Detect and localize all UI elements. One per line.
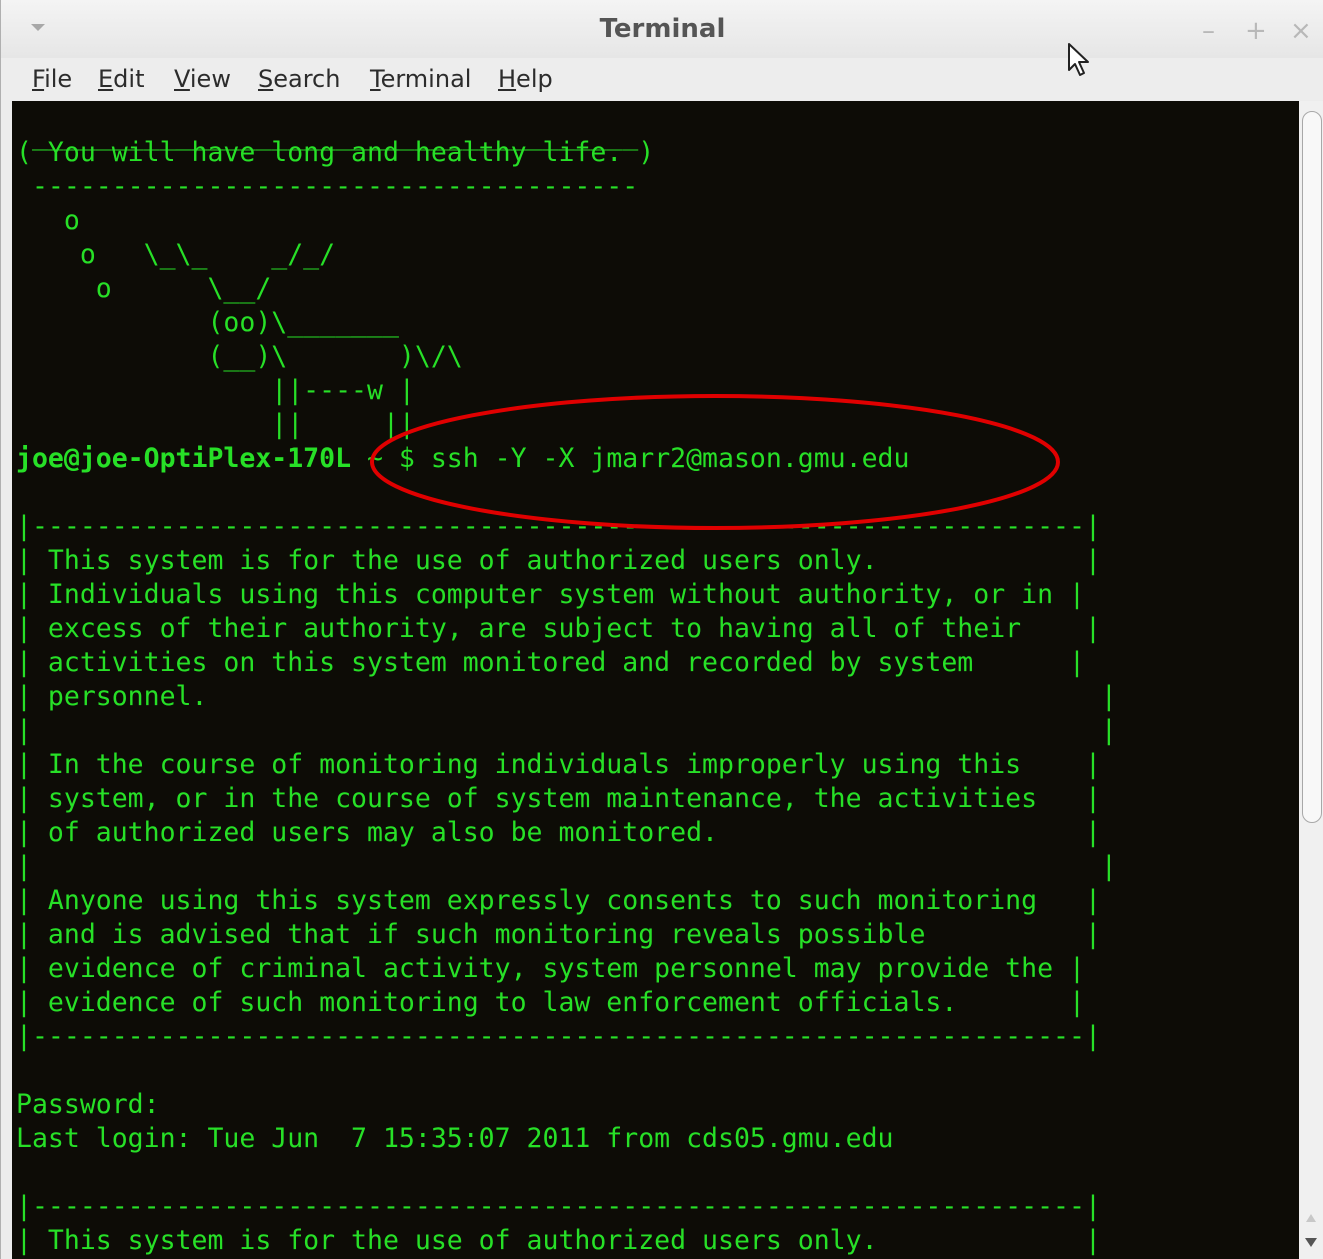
scroll-down-arrow-icon[interactable]: [1305, 1238, 1317, 1247]
prompt-user-host: joe@joe-OptiPlex-170L: [16, 443, 352, 474]
scroll-up-arrow-icon[interactable]: [1306, 1214, 1316, 1222]
terminal-output-line: | Anyone using this system expressly con…: [16, 885, 1101, 916]
shell-prompt-line: joe@joe-OptiPlex-170L ~ $ ssh -Y -X jmar…: [16, 442, 909, 476]
minimize-button[interactable]: –: [1202, 16, 1215, 46]
menu-terminal[interactable]: Terminal: [370, 64, 471, 94]
menu-help[interactable]: Help: [498, 64, 553, 94]
ssh-command: ssh -Y -X jmarr2@mason.gmu.edu: [430, 443, 910, 474]
vertical-scrollbar[interactable]: [1299, 101, 1323, 1259]
terminal-output[interactable]: ______________________________________ (…: [12, 101, 1299, 1259]
terminal-output-line: | This system is for the use of authoriz…: [16, 1225, 1101, 1256]
terminal-output-line: |---------------------------------------…: [16, 511, 1101, 542]
terminal-output-line: | activities on this system monitored an…: [16, 647, 1085, 678]
terminal-output-line: | |: [16, 851, 1117, 882]
terminal-output-line: | Individuals using this computer system…: [16, 579, 1085, 610]
terminal-output-line: Password:: [16, 1089, 160, 1120]
menu-view[interactable]: View: [174, 64, 231, 94]
mouse-pointer-icon: [1068, 43, 1089, 76]
cowsay-art-line: (oo)\_______: [16, 307, 399, 338]
maximize-button[interactable]: +: [1245, 16, 1267, 46]
window-title: Terminal: [599, 14, 726, 44]
close-button[interactable]: ×: [1290, 16, 1312, 46]
terminal-output-line: | evidence of such monitoring to law enf…: [16, 987, 1085, 1018]
terminal-output-line: | This system is for the use of authoriz…: [16, 545, 1101, 576]
cowsay-art-line: o \__/: [16, 273, 272, 304]
menu-search[interactable]: Search: [258, 64, 340, 94]
terminal-output-line: |---------------------------------------…: [16, 1191, 1101, 1222]
terminal-window: Terminal – + × File Edit View Search Ter…: [0, 0, 1323, 1259]
terminal-output-line: | In the course of monitoring individual…: [16, 749, 1101, 780]
terminal-output-line: Last login: Tue Jun 7 15:35:07 2011 from…: [16, 1123, 894, 1154]
menu-bar: File Edit View Search Terminal Help: [1, 58, 1323, 100]
cowsay-art-line: (__)\ )\/\: [16, 341, 463, 372]
terminal-output-line: | personnel. |: [16, 681, 1117, 712]
terminal-output-line: | system, or in the course of system mai…: [16, 783, 1101, 814]
menu-file[interactable]: File: [32, 64, 72, 94]
prompt-directory: ~ $: [351, 443, 431, 474]
terminal-output-line: | and is advised that if such monitoring…: [16, 919, 1101, 950]
scrollbar-thumb[interactable]: [1302, 111, 1322, 823]
terminal-output-line: | excess of their authority, are subject…: [16, 613, 1101, 644]
cowsay-fortune: ( You will have long and healthy life. ): [16, 137, 655, 168]
cowsay-bubble-bottom: --------------------------------------: [16, 171, 639, 202]
terminal-output-line: |---------------------------------------…: [16, 1021, 1101, 1052]
terminal-output-line: | evidence of criminal activity, system …: [16, 953, 1085, 984]
terminal-output-line: | of authorized users may also be monito…: [16, 817, 1101, 848]
cowsay-art-line: || ||: [16, 409, 415, 440]
title-bar[interactable]: Terminal – + ×: [1, 0, 1323, 58]
cowsay-art-line: ||----w |: [16, 375, 415, 406]
cowsay-art-line: o: [16, 205, 80, 236]
cowsay-art-line: o \_\_ _/_/: [16, 239, 336, 270]
terminal-output-line: | |: [16, 715, 1117, 746]
menu-edit[interactable]: Edit: [98, 64, 144, 94]
